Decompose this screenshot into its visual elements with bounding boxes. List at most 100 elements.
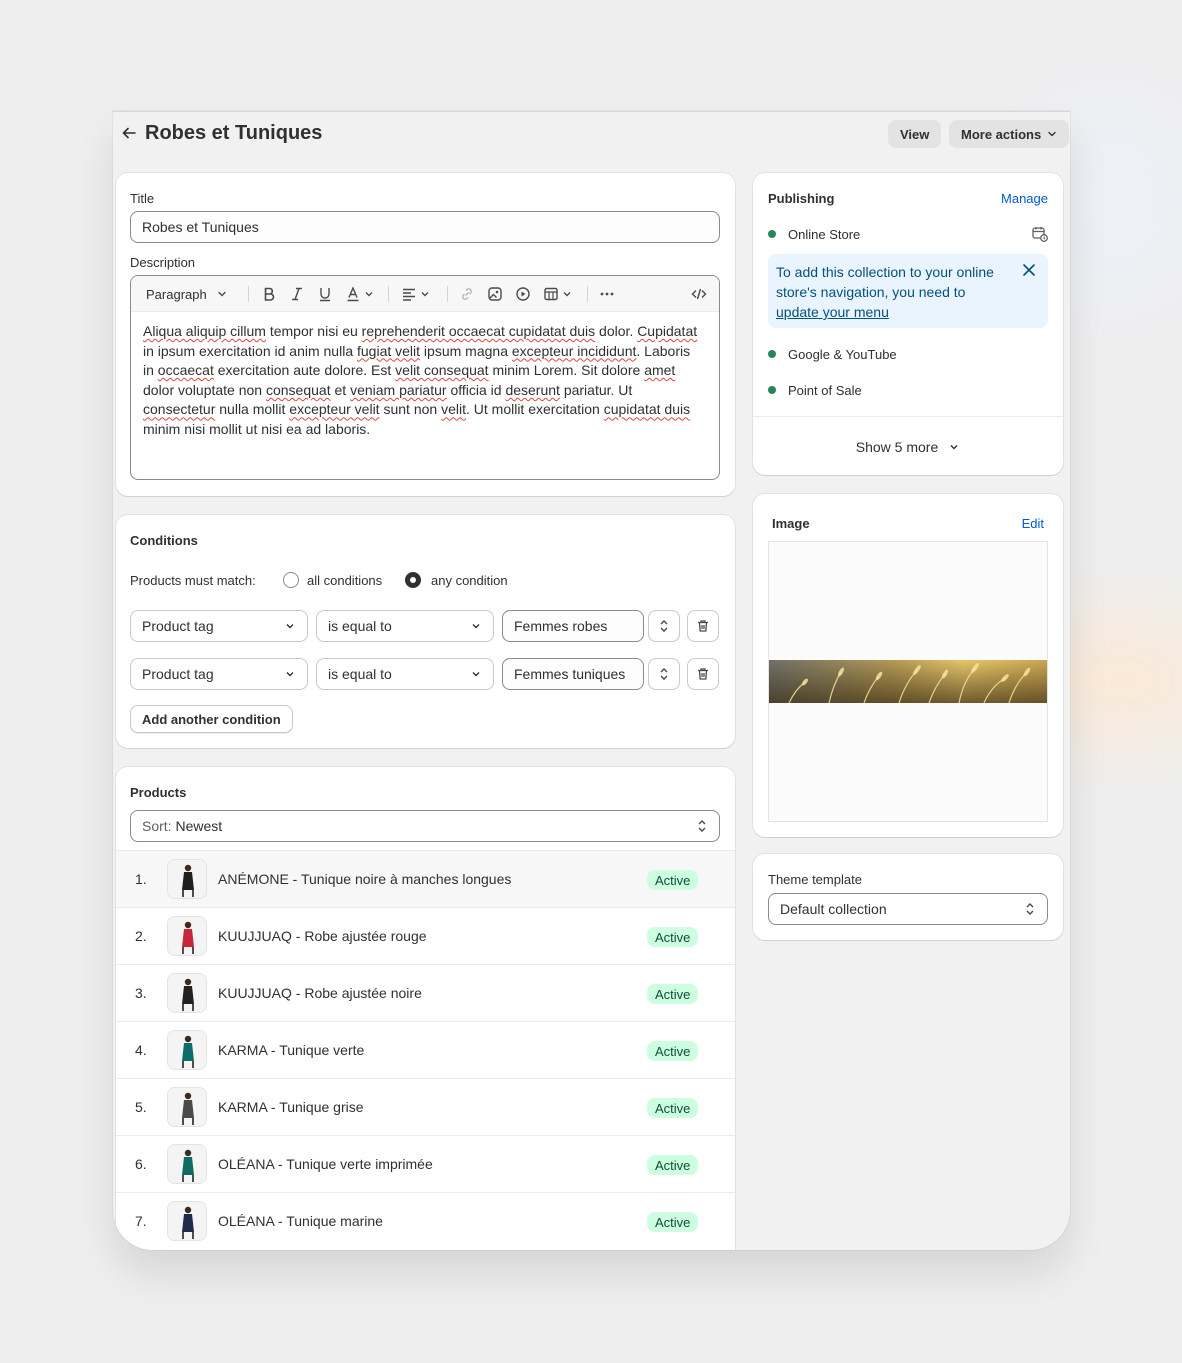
condition-field-select[interactable]: Product tag xyxy=(130,610,308,642)
status-dot xyxy=(768,230,776,238)
misspelled-word: excepteur incididunt xyxy=(511,342,637,359)
video-insert-icon[interactable] xyxy=(515,285,531,303)
status-badge: Active xyxy=(647,984,699,1004)
row-number: 1. xyxy=(135,871,147,887)
product-thumbnail xyxy=(167,1201,207,1241)
misspelled-word: amet xyxy=(644,362,676,379)
italic-icon[interactable] xyxy=(289,285,305,303)
theme-template-select[interactable]: Default collection xyxy=(768,893,1048,925)
condition-operator-select[interactable]: is equal to xyxy=(316,610,494,642)
table-row[interactable]: 6. OLÉANA - Tunique verte imprimée Active xyxy=(116,1135,735,1192)
more-options-icon[interactable] xyxy=(599,285,615,303)
misspelled-word: occaecat xyxy=(157,362,214,379)
description-segment: . Ut mollit exercitation xyxy=(465,401,604,418)
product-name[interactable]: KARMA - Tunique grise xyxy=(218,1099,364,1115)
update-menu-link[interactable]: update your menu xyxy=(776,304,889,320)
product-name[interactable]: KARMA - Tunique verte xyxy=(218,1042,364,1058)
link-icon[interactable] xyxy=(459,285,475,303)
paragraph-style-label: Paragraph xyxy=(146,286,207,302)
description-segment: dolor voluptate non xyxy=(143,381,266,398)
theme-template-card: Theme template Default collection xyxy=(753,854,1063,940)
product-thumbnail xyxy=(167,916,207,956)
channel-online-store: Online Store xyxy=(788,227,861,242)
status-badge: Active xyxy=(647,1155,699,1175)
chevron-down-icon xyxy=(472,624,480,629)
banner-message: To add this collection to your online st… xyxy=(776,264,994,300)
back-arrow-icon[interactable] xyxy=(121,125,137,141)
products-heading: Products xyxy=(130,785,187,800)
more-actions-button[interactable]: More actions xyxy=(949,120,1070,148)
product-name[interactable]: ANÉMONE - Tunique noire à manches longue… xyxy=(218,871,511,887)
publishing-heading: Publishing xyxy=(768,191,835,206)
table-row[interactable]: 3. KUUJJUAQ - Robe ajustée noire Active xyxy=(116,964,735,1021)
table-row[interactable]: 7. OLÉANA - Tunique marine Active xyxy=(116,1192,735,1249)
all-conditions-label: all conditions xyxy=(307,573,383,588)
status-badge: Active xyxy=(647,1041,699,1061)
table-row[interactable]: 4. KARMA - Tunique verte Active xyxy=(116,1021,735,1078)
table-row[interactable]: 5. KARMA - Tunique grise Active xyxy=(116,1078,735,1135)
product-thumbnail xyxy=(167,1087,207,1127)
bold-icon[interactable] xyxy=(261,285,277,303)
misspelled-word: velit consequat xyxy=(395,362,489,379)
view-button[interactable]: View xyxy=(888,120,942,148)
text-color-icon[interactable] xyxy=(345,285,374,303)
condition-value-input[interactable]: Femmes tuniques xyxy=(502,658,644,690)
condition-operator-value: is equal to xyxy=(328,666,392,682)
description-segment: tempor nisi eu xyxy=(265,323,362,339)
misspelled-word: fugiat velit xyxy=(357,342,421,359)
condition-operator-select[interactable]: is equal to xyxy=(316,658,494,690)
editor-toolbar: Paragraph xyxy=(131,276,719,312)
sort-prefix: Sort: xyxy=(142,818,172,834)
tag-picker-button[interactable] xyxy=(648,610,680,642)
sort-select[interactable]: Sort: Newest xyxy=(130,810,720,842)
close-icon[interactable] xyxy=(1022,263,1036,282)
products-card: Products Sort: Newest 1. ANÉMONE - Tuniqu… xyxy=(116,767,735,1250)
add-condition-label: Add another condition xyxy=(142,711,281,727)
add-condition-button[interactable]: Add another condition xyxy=(130,705,293,733)
description-segment: exercitation aute dolore. Est xyxy=(213,362,396,379)
misspelled-word: Aliqua aliquip cillum xyxy=(143,323,266,339)
delete-condition-button[interactable] xyxy=(687,658,719,690)
status-dot xyxy=(768,386,776,394)
trash-icon xyxy=(698,620,708,632)
show-more-button[interactable]: Show 5 more xyxy=(753,439,1063,455)
product-name[interactable]: OLÉANA - Tunique marine xyxy=(218,1213,383,1229)
condition-field-select[interactable]: Product tag xyxy=(130,658,308,690)
paragraph-style-select[interactable]: Paragraph xyxy=(146,285,227,303)
product-name[interactable]: KUUJJUAQ - Robe ajustée noire xyxy=(218,985,422,1001)
manage-link[interactable]: Manage xyxy=(1001,191,1048,206)
chevron-down-icon xyxy=(472,672,480,677)
sort-value: Newest xyxy=(175,818,223,834)
radio-any-condition[interactable] xyxy=(405,572,421,588)
tag-picker-button[interactable] xyxy=(648,658,680,690)
schedule-icon[interactable] xyxy=(1031,225,1049,248)
description-segment: minim Lorem. Sit dolore xyxy=(488,362,645,379)
status-dot xyxy=(768,350,776,358)
description-text[interactable]: Aliqua aliquip cillum tempor nisi eu rep… xyxy=(143,322,703,440)
align-icon[interactable] xyxy=(401,285,430,303)
condition-value-input[interactable]: Femmes robes xyxy=(502,610,644,642)
table-row[interactable]: 2. KUUJJUAQ - Robe ajustée rouge Active xyxy=(116,907,735,964)
details-card: Title Robes et Tuniques Description Para… xyxy=(116,173,735,496)
code-view-icon[interactable] xyxy=(691,285,707,303)
status-badge: Active xyxy=(647,927,699,947)
page-header: Robes et Tuniques View More actions xyxy=(113,111,1070,157)
product-name[interactable]: KUUJJUAQ - Robe ajustée rouge xyxy=(218,928,427,944)
edit-image-link[interactable]: Edit xyxy=(1022,516,1044,531)
table-insert-icon[interactable] xyxy=(543,285,572,303)
product-name[interactable]: OLÉANA - Tunique verte imprimée xyxy=(218,1156,433,1172)
app-window: Robes et Tuniques View More actions Titl… xyxy=(113,111,1070,1250)
delete-condition-button[interactable] xyxy=(687,610,719,642)
selector-icon xyxy=(660,620,668,632)
underline-icon[interactable] xyxy=(317,285,333,303)
sort-text: Sort: Newest xyxy=(142,818,222,834)
product-thumbnail xyxy=(167,859,207,899)
misspelled-word: consectetur xyxy=(143,401,216,418)
image-preview[interactable] xyxy=(768,541,1048,822)
title-input[interactable]: Robes et Tuniques xyxy=(130,211,720,243)
row-number: 6. xyxy=(135,1156,147,1172)
condition-value-text: Femmes tuniques xyxy=(514,666,626,682)
image-insert-icon[interactable] xyxy=(487,285,503,303)
table-row[interactable]: 1. ANÉMONE - Tunique noire à manches long… xyxy=(116,850,735,907)
radio-all-conditions[interactable] xyxy=(283,572,299,588)
